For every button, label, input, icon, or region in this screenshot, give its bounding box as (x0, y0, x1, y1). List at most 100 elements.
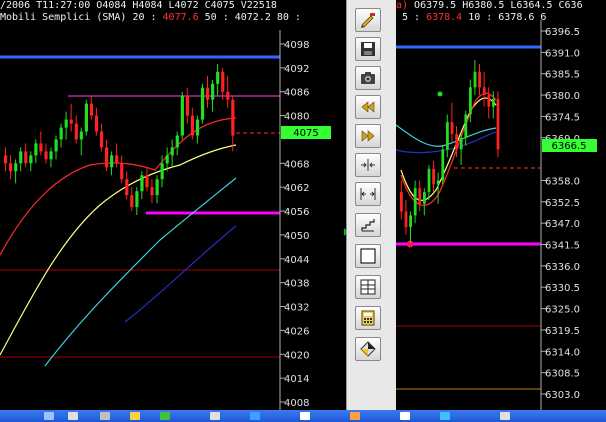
left-chart-panel[interactable]: /2006 T11:27:00 O4084 H4084 L4072 C4075 V22518… (0, 0, 346, 422)
screenshot-button[interactable] (355, 66, 381, 90)
candle-body (413, 188, 417, 216)
candle-body (155, 179, 159, 196)
candle-body (216, 71, 220, 84)
staircase-button[interactable] (355, 213, 381, 237)
right-axis-label: 6308.5 (545, 369, 580, 380)
expand-chart-button[interactable] (355, 182, 381, 206)
candle-body (200, 87, 205, 120)
candle-body (44, 151, 48, 160)
candle-body (84, 103, 88, 132)
taskbar-item[interactable] (300, 412, 310, 420)
camera-icon (361, 72, 375, 84)
candle-body (89, 103, 94, 116)
candle-body (231, 99, 235, 136)
right-axis-label: 6391.0 (545, 48, 580, 59)
taskbar-item[interactable] (130, 412, 140, 420)
candle-body (464, 114, 468, 138)
taskbar-item[interactable] (160, 412, 170, 420)
candle-body (496, 98, 500, 150)
taskbar-item[interactable] (500, 412, 510, 420)
calculator-button[interactable] (355, 306, 381, 330)
candle-body (39, 143, 43, 152)
taskbar-item[interactable] (44, 412, 54, 420)
candle-body (418, 188, 422, 204)
rewind-button[interactable] (355, 95, 381, 119)
candle-body (473, 71, 477, 88)
candle-body (432, 168, 435, 185)
left-axis-label: 4008 (284, 398, 309, 409)
taskbar-item[interactable] (210, 412, 220, 420)
right-current-price-tag: 6366.5 (542, 139, 597, 152)
candle-body (140, 175, 144, 192)
taskbar-item[interactable] (350, 412, 360, 420)
taskbar-item[interactable] (100, 412, 110, 420)
candle-body (54, 139, 58, 152)
left-axis-label: 4056 (284, 207, 309, 218)
grid-button[interactable] (355, 275, 381, 299)
compress-chart-button[interactable] (355, 153, 381, 177)
candle-body (441, 149, 445, 181)
staircase-icon (361, 219, 375, 232)
left-price-chart[interactable]: 4098 4092 4086 4080 4068 4062 4056 4050 4044 4038… (0, 0, 346, 410)
candle-body (94, 115, 99, 132)
right-axis-label: 6385.5 (545, 70, 580, 81)
right-axis-label: 6374.5 (545, 112, 580, 123)
pencil-icon (361, 13, 375, 28)
compress-horizontal-icon (361, 159, 375, 171)
right-axis-label: 6330.5 (545, 283, 580, 294)
candle-body (436, 180, 440, 185)
pencil-button[interactable] (355, 8, 381, 32)
left-axis-label: 4062 (284, 183, 309, 194)
candle-body (125, 179, 129, 196)
left-axis-label: 4044 (284, 255, 309, 266)
left-axis-label: 4026 (284, 326, 309, 337)
taskbar-item[interactable] (68, 412, 78, 420)
left-current-price-tag: 4075 (281, 126, 331, 139)
taskbar-item[interactable] (440, 412, 450, 420)
color-scheme-button[interactable] (355, 337, 381, 361)
candle-body (165, 155, 169, 164)
svg-text:6366.5: 6366.5 (552, 141, 587, 152)
sma-80-line (44, 177, 237, 367)
blank-window-icon (360, 248, 376, 264)
left-axis-label: 4080 (284, 112, 309, 123)
right-axis-label: 6347.0 (545, 219, 580, 230)
candle-body (130, 195, 134, 208)
save-icon (361, 42, 375, 56)
candle-body (206, 87, 210, 100)
right-axis-label: 6303.0 (545, 390, 580, 401)
taskbar-item[interactable] (250, 412, 260, 420)
candle-body (409, 215, 412, 228)
candle-body (469, 87, 472, 115)
fast-forward-button[interactable] (355, 124, 381, 148)
candle-body (446, 122, 449, 150)
candle-body (427, 168, 431, 193)
right-axis-label: 6336.0 (545, 262, 580, 273)
candle-body (190, 115, 195, 136)
candle-body (29, 155, 33, 164)
candle-body (59, 127, 63, 140)
right-axis-label: 6396.5 (545, 27, 580, 38)
candle-body (478, 71, 481, 88)
left-axis-label: 4086 (284, 88, 309, 99)
right-chart-panel[interactable]: a) O6379.5 H6380.5 L6364.5 C636 5 :6378.4 10 … (396, 0, 606, 422)
new-window-button[interactable] (355, 244, 381, 268)
line-anchor-handle[interactable] (437, 91, 443, 97)
right-axis-label: 6380.0 (545, 91, 580, 102)
candle-body (110, 155, 114, 168)
save-button[interactable] (355, 37, 381, 61)
candle-body (49, 151, 53, 160)
taskbar-item[interactable] (400, 412, 410, 420)
left-axis-label: 4098 (284, 40, 309, 51)
candle-body (9, 163, 13, 172)
candle-body (64, 119, 68, 128)
candle-body (180, 95, 184, 136)
left-axis-label: 4068 (284, 159, 309, 170)
fast-forward-icon (361, 130, 375, 142)
left-axis-label: 4092 (284, 64, 309, 75)
sma-20-line (0, 117, 237, 256)
right-axis-label: 6341.5 (545, 241, 580, 252)
right-price-chart[interactable]: 6396.56391.06385.56380.06374.56369.06358… (396, 0, 606, 410)
right-axis-label: 6325.0 (545, 305, 580, 316)
candle-body (195, 119, 200, 136)
